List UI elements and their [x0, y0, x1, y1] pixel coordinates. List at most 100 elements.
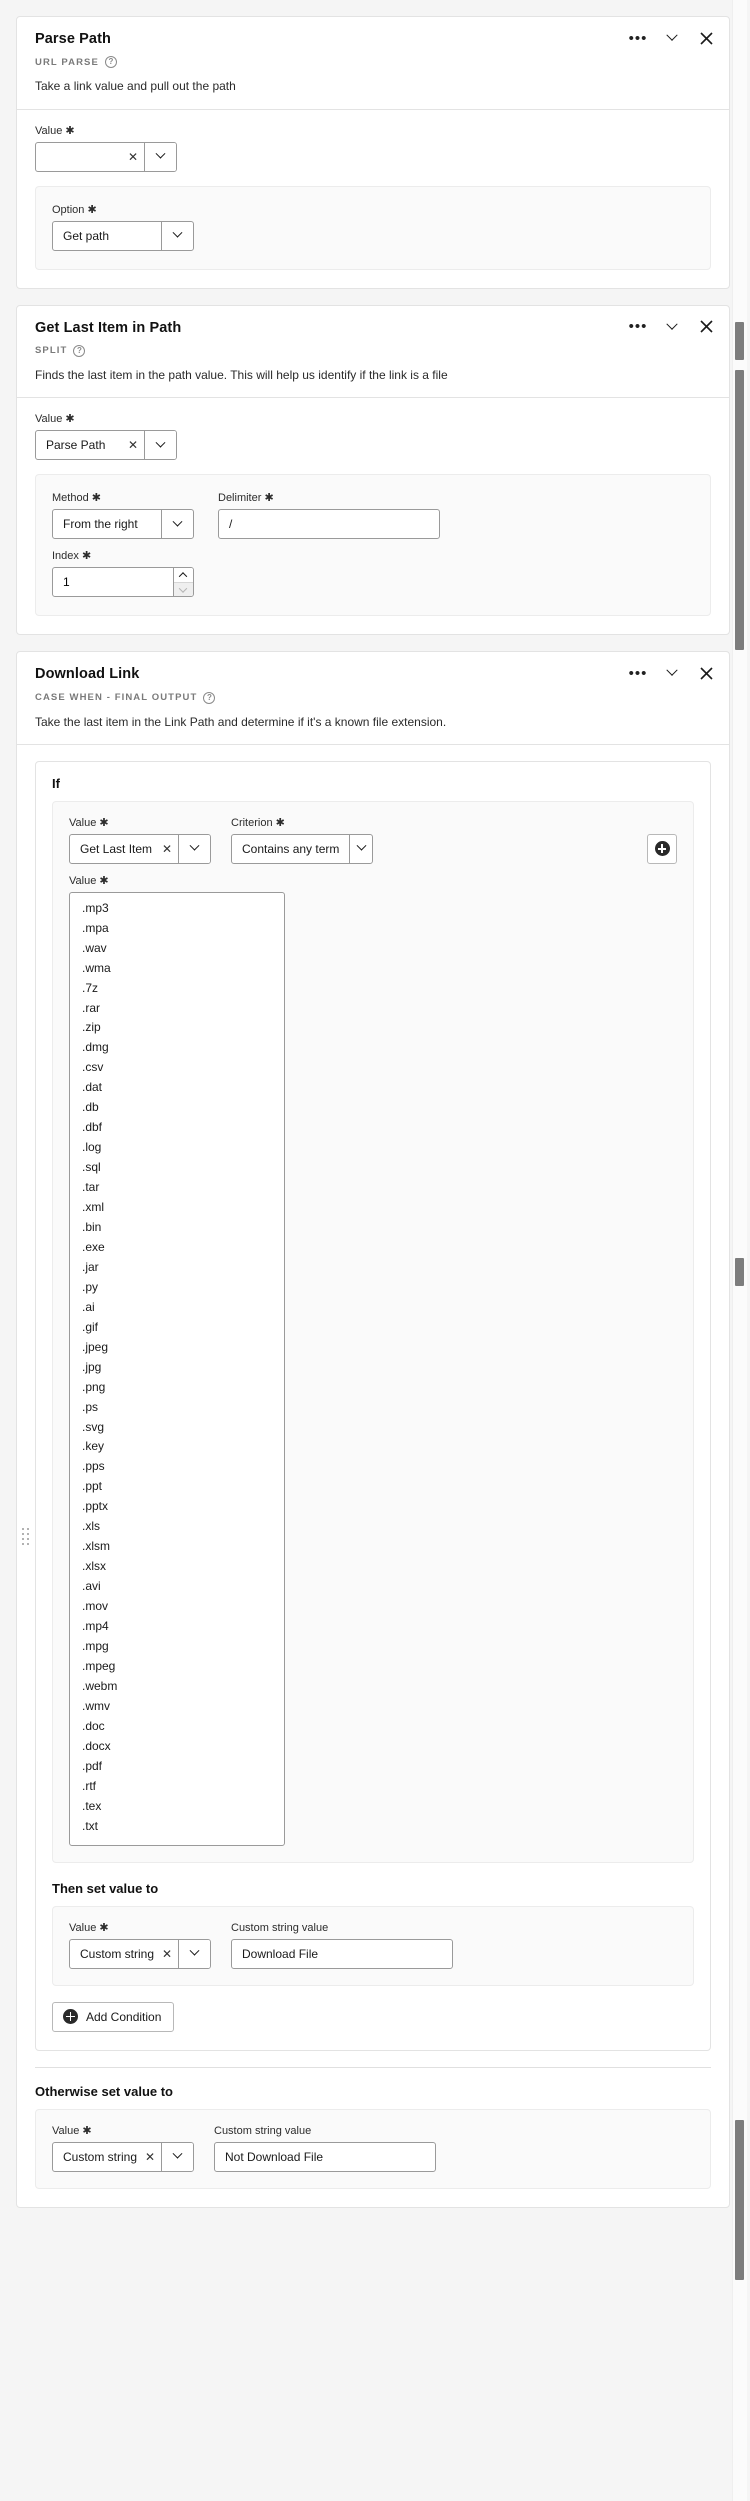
value-combo-text: Parse Path	[46, 438, 106, 453]
dropdown-chevron-icon[interactable]	[161, 510, 193, 539]
then-custom-input[interactable]	[231, 1938, 453, 1969]
terms-listbox[interactable]: .mp3 .mpa .wav .wma .7z .rar .zip .dmg .csv .dat.…	[69, 891, 285, 1846]
term-option[interactable]: .ai	[70, 1298, 284, 1318]
help-icon[interactable]: ?	[104, 56, 117, 69]
term-option[interactable]: .dbf	[70, 1118, 284, 1138]
option-select[interactable]: Get path	[52, 220, 194, 251]
help-icon[interactable]: ?	[203, 691, 216, 704]
term-option[interactable]: .sql	[70, 1158, 284, 1178]
clear-icon[interactable]: ✕	[156, 1940, 178, 1968]
more-options-icon[interactable]: •••	[629, 664, 647, 682]
term-option[interactable]: .jar	[70, 1258, 284, 1278]
clear-icon[interactable]: ✕	[122, 143, 144, 171]
delimiter-label-text: Delimiter	[218, 492, 262, 505]
term-option[interactable]: .docx	[70, 1737, 284, 1757]
criterion-select[interactable]: Contains any term	[231, 833, 373, 864]
term-option[interactable]: .tar	[70, 1178, 284, 1198]
otherwise-custom-input[interactable]	[214, 2141, 436, 2172]
term-option[interactable]: .pdf	[70, 1757, 284, 1777]
term-option[interactable]: .csv	[70, 1058, 284, 1078]
chevron-down-glyph	[666, 318, 678, 330]
term-option[interactable]: .xls	[70, 1517, 284, 1537]
term-option[interactable]: .dmg	[70, 1038, 284, 1058]
stepper-increment-button[interactable]	[173, 568, 193, 583]
dropdown-chevron-icon[interactable]	[144, 142, 176, 171]
method-select[interactable]: From the right	[52, 509, 194, 540]
term-option[interactable]: .wma	[70, 959, 284, 979]
term-option[interactable]: .jpg	[70, 1358, 284, 1378]
term-option[interactable]: .tex	[70, 1797, 284, 1817]
term-option[interactable]: .wmv	[70, 1697, 284, 1717]
stepper-decrement-button[interactable]	[173, 582, 193, 597]
value-combo-parse-path[interactable]: ✕	[35, 141, 177, 172]
clear-icon[interactable]: ✕	[156, 835, 178, 863]
drag-handle[interactable]	[22, 1528, 30, 1548]
term-option[interactable]: .py	[70, 1278, 284, 1298]
term-option[interactable]: .doc	[70, 1717, 284, 1737]
help-icon[interactable]: ?	[73, 344, 86, 357]
add-condition-button[interactable]: Add Condition	[52, 2001, 175, 2032]
close-icon[interactable]	[697, 29, 715, 47]
more-options-icon[interactable]: •••	[629, 29, 647, 47]
term-option[interactable]: .xlsm	[70, 1537, 284, 1557]
term-option[interactable]: .mp3	[70, 899, 284, 919]
term-option[interactable]: .dat	[70, 1078, 284, 1098]
value-combo-get-last-item[interactable]: Parse Path ✕	[35, 430, 177, 461]
then-value-combo[interactable]: Custom string value ✕	[69, 1938, 211, 1969]
term-option[interactable]: .pptx	[70, 1497, 284, 1517]
add-condition-row-button[interactable]	[647, 833, 677, 864]
term-option[interactable]: .zip	[70, 1018, 284, 1038]
term-option[interactable]: .avi	[70, 1577, 284, 1597]
term-option[interactable]: .pps	[70, 1457, 284, 1477]
close-icon[interactable]	[697, 318, 715, 336]
dropdown-chevron-icon[interactable]	[349, 834, 372, 863]
collapse-chevron-icon[interactable]	[663, 318, 681, 336]
term-option[interactable]: .mpg	[70, 1637, 284, 1657]
dropdown-chevron-icon[interactable]	[178, 834, 210, 863]
term-option[interactable]: .7z	[70, 979, 284, 999]
term-option[interactable]: .exe	[70, 1238, 284, 1258]
term-option[interactable]: .xml	[70, 1198, 284, 1218]
close-icon[interactable]	[697, 664, 715, 682]
term-option[interactable]: .jpeg	[70, 1338, 284, 1358]
term-option[interactable]: .db	[70, 1098, 284, 1118]
condition-value-combo[interactable]: Get Last Item in Path ✕	[69, 833, 211, 864]
term-option[interactable]: .svg	[70, 1418, 284, 1438]
dropdown-chevron-icon[interactable]	[161, 221, 193, 250]
index-input[interactable]	[53, 568, 173, 597]
collapse-chevron-icon[interactable]	[663, 664, 681, 682]
term-option[interactable]: .log	[70, 1138, 284, 1158]
term-option[interactable]: .webm	[70, 1677, 284, 1697]
tertiary-scrollbar-thumb[interactable]	[735, 2120, 744, 2280]
secondary-scrollbar-thumb[interactable]	[735, 1258, 744, 1286]
otherwise-value-combo[interactable]: Custom string value ✕	[52, 2141, 194, 2172]
clear-icon[interactable]: ✕	[139, 2143, 161, 2171]
term-option[interactable]: .ps	[70, 1398, 284, 1418]
page-scrollbar-thumb[interactable]	[735, 322, 744, 360]
inner-scrollbar-thumb[interactable]	[735, 370, 744, 650]
term-option[interactable]: .mp4	[70, 1617, 284, 1637]
term-option[interactable]: .mpeg	[70, 1657, 284, 1677]
term-option[interactable]: .gif	[70, 1318, 284, 1338]
term-option[interactable]: .mpa	[70, 919, 284, 939]
term-option[interactable]: .txt	[70, 1817, 284, 1837]
dropdown-chevron-icon[interactable]	[144, 431, 176, 460]
index-field-label: Index ✱	[52, 549, 194, 562]
index-stepper[interactable]	[52, 567, 194, 598]
dropdown-chevron-icon[interactable]	[178, 1939, 210, 1968]
term-option[interactable]: .rar	[70, 999, 284, 1019]
clear-icon[interactable]: ✕	[122, 431, 144, 459]
delimiter-input[interactable]	[218, 509, 440, 540]
dropdown-chevron-icon[interactable]	[161, 2142, 193, 2171]
term-option[interactable]: .ppt	[70, 1477, 284, 1497]
term-option[interactable]: .xlsx	[70, 1557, 284, 1577]
more-options-icon[interactable]: •••	[629, 318, 647, 336]
term-option[interactable]: .mov	[70, 1597, 284, 1617]
term-option[interactable]: .rtf	[70, 1777, 284, 1797]
collapse-chevron-icon[interactable]	[663, 29, 681, 47]
method-select-text: From the right	[63, 517, 138, 532]
term-option[interactable]: .png	[70, 1378, 284, 1398]
term-option[interactable]: .wav	[70, 939, 284, 959]
term-option[interactable]: .bin	[70, 1218, 284, 1238]
term-option[interactable]: .key	[70, 1437, 284, 1457]
